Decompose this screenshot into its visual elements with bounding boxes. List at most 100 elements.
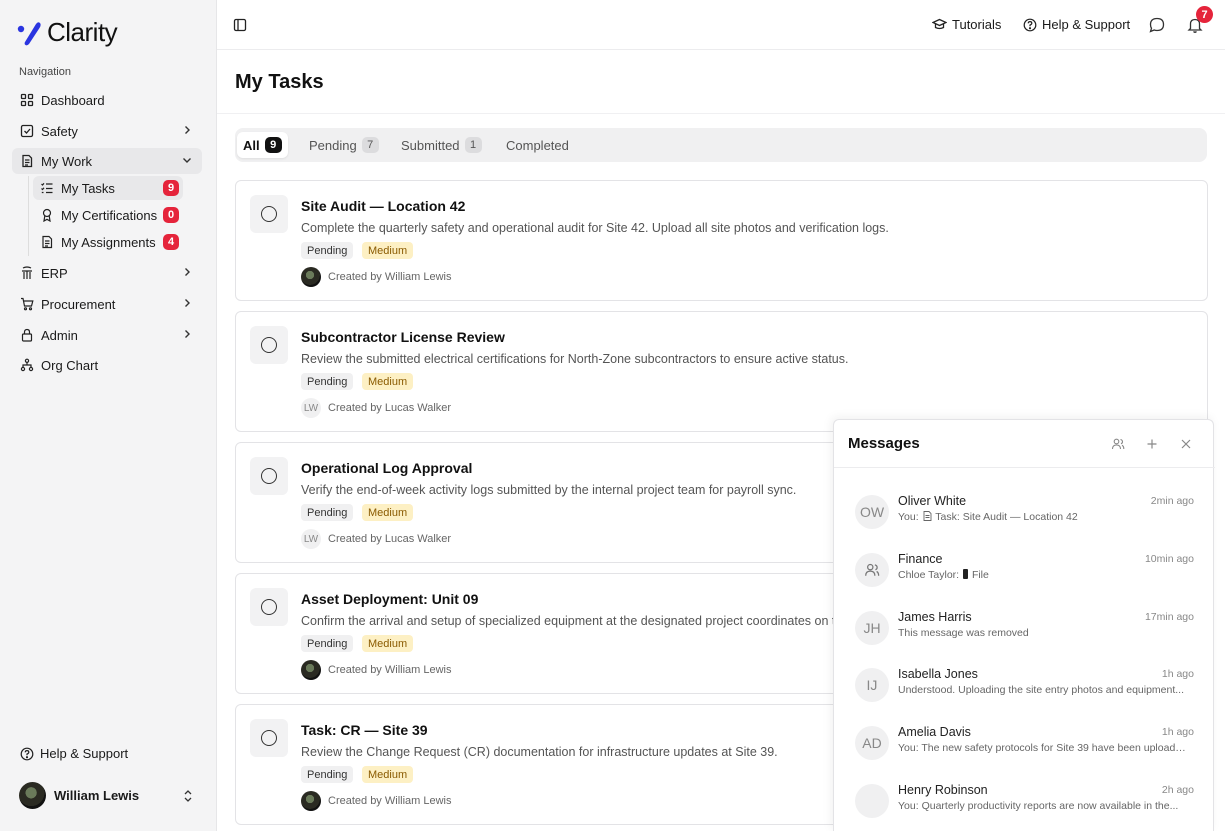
task-complete-toggle[interactable] xyxy=(250,195,288,233)
sidebar-item-safety[interactable]: Safety xyxy=(12,118,202,144)
sidebar-subitem-label: My Assignments xyxy=(61,234,156,250)
tab-submitted[interactable]: Submitted 1 xyxy=(395,132,488,158)
preview-text: File xyxy=(971,569,989,581)
status-badge: Pending xyxy=(301,504,354,521)
document-icon xyxy=(923,511,932,521)
chevron-right-icon xyxy=(185,126,190,134)
task-title: Task: CR — Site 39 xyxy=(301,722,428,738)
sidebar-item-label: Admin xyxy=(41,327,78,343)
help-support-button[interactable]: Help & Support xyxy=(1023,17,1130,32)
sidebar-subitem-my-assignments[interactable]: My Assignments 4 xyxy=(33,230,183,254)
conversation-name: Amelia Davis xyxy=(898,725,971,739)
tutorials-button[interactable]: Tutorials xyxy=(932,17,1001,32)
chat-bubble-icon[interactable] xyxy=(1148,16,1166,34)
graduation-cap-icon xyxy=(932,18,947,30)
conversation-preview: Understood. Uploading the site entry pho… xyxy=(898,684,1185,696)
task-card[interactable]: Subcontractor License Review Review the … xyxy=(235,311,1208,432)
phone-icon xyxy=(963,569,969,579)
task-complete-toggle[interactable] xyxy=(250,457,288,495)
sidebar-item-my-work[interactable]: My Work xyxy=(12,148,202,174)
count-badge: 0 xyxy=(163,207,179,223)
tutorials-label: Tutorials xyxy=(952,17,1002,32)
sidebar-subitem-my-certifications[interactable]: My Certifications 0 xyxy=(33,203,183,227)
task-complete-toggle[interactable] xyxy=(250,719,288,757)
tab-count: 9 xyxy=(264,137,282,153)
task-title: Subcontractor License Review xyxy=(301,329,505,345)
tab-pending[interactable]: Pending 7 xyxy=(303,132,385,158)
user-name: William Lewis xyxy=(54,788,140,803)
sidebar-item-label: My Work xyxy=(41,153,93,169)
preview-sender: You: xyxy=(898,511,919,523)
tab-label: Submitted xyxy=(401,137,460,153)
app-logo[interactable]: Clarity xyxy=(17,17,118,48)
conversation-time: 2h ago xyxy=(1161,784,1194,796)
sidebar-toggle-icon[interactable] xyxy=(233,18,247,32)
task-card[interactable]: Site Audit — Location 42 Complete the qu… xyxy=(235,180,1208,301)
plant-icon xyxy=(20,266,34,280)
creator-label: Created by Lucas Walker xyxy=(328,402,452,414)
user-menu[interactable]: William Lewis xyxy=(19,782,197,809)
conversation-name: Henry Robinson xyxy=(898,783,988,797)
avatar xyxy=(301,267,321,287)
close-icon[interactable] xyxy=(1179,437,1193,451)
task-complete-toggle[interactable] xyxy=(250,588,288,626)
conversation-preview: You: The new safety protocols for Site 3… xyxy=(898,742,1188,754)
sidebar-subitem-label: My Certifications xyxy=(61,207,158,223)
submenu-guide-line xyxy=(28,176,29,256)
avatar xyxy=(301,660,321,680)
sidebar-help-support[interactable]: Help & Support xyxy=(20,746,128,761)
priority-badge: Medium xyxy=(362,373,414,390)
chevron-right-icon xyxy=(185,330,190,338)
preview-sender: You: xyxy=(898,742,919,754)
avatar-initials: JH xyxy=(855,611,889,645)
task-complete-toggle[interactable] xyxy=(250,326,288,364)
task-title: Operational Log Approval xyxy=(301,460,473,476)
plus-icon[interactable] xyxy=(1145,437,1159,451)
task-creator: LW Created by Lucas Walker xyxy=(301,398,451,418)
sidebar-item-erp[interactable]: ERP xyxy=(12,260,202,286)
conversation-item[interactable]: Finance 10min ago Chloe Taylor: File xyxy=(834,544,1215,600)
tab-label: All xyxy=(243,137,260,153)
messages-title: Messages xyxy=(848,435,920,452)
sidebar-item-org-chart[interactable]: Org Chart xyxy=(12,352,202,378)
priority-badge: Medium xyxy=(362,635,414,652)
chevron-right-icon xyxy=(185,299,190,307)
task-creator: Created by William Lewis xyxy=(301,267,451,287)
sidebar-item-procurement[interactable]: Procurement xyxy=(12,291,202,317)
circle-checkbox-icon xyxy=(261,337,277,353)
creator-label: Created by William Lewis xyxy=(328,271,452,283)
conversation-name: James Harris xyxy=(898,610,972,624)
conversation-preview: You: Quarterly productivity reports are … xyxy=(898,800,1188,812)
circle-checkbox-icon xyxy=(261,206,277,222)
preview-text: Task: Site Audit — Location 42 xyxy=(935,511,1078,523)
sidebar-subitem-label: My Tasks xyxy=(61,180,115,196)
priority-badge: Medium xyxy=(362,504,414,521)
sidebar-item-admin[interactable]: Admin xyxy=(12,322,202,348)
document-icon xyxy=(20,154,34,168)
conversation-item[interactable]: JH James Harris 17min ago This message w… xyxy=(834,602,1215,658)
help-circle-icon xyxy=(20,747,34,760)
conversation-preview: You: Task: Site Audit — Location 42 xyxy=(898,511,1188,523)
group-users-icon[interactable] xyxy=(1111,437,1125,451)
conversation-item[interactable]: AD Amelia Davis 1h ago You: The new safe… xyxy=(834,717,1215,773)
tab-completed[interactable]: Completed xyxy=(500,132,575,158)
conversation-preview: This message was removed xyxy=(898,627,1029,639)
count-badge: 9 xyxy=(163,180,179,196)
sidebar-subitem-my-tasks[interactable]: My Tasks 9 xyxy=(33,176,183,200)
task-title: Site Audit — Location 42 xyxy=(301,198,466,214)
conversation-item[interactable]: OW Oliver White 2min ago You: Task: Site… xyxy=(834,486,1215,542)
circle-checkbox-icon xyxy=(261,468,277,484)
notification-count-badge: 7 xyxy=(1196,6,1213,23)
tab-all[interactable]: All 9 xyxy=(237,132,288,158)
sidebar-item-label: Procurement xyxy=(41,296,116,312)
sidebar-item-dashboard[interactable]: Dashboard xyxy=(12,87,202,113)
conversation-item[interactable]: Henry Robinson 2h ago You: Quarterly pro… xyxy=(834,775,1215,831)
task-description: Verify the end-of-week activity logs sub… xyxy=(301,483,797,497)
app-name: Clarity xyxy=(47,17,118,47)
task-creator: Created by William Lewis xyxy=(301,660,451,680)
preview-text: The new safety protocols for Site 39 hav… xyxy=(921,742,1188,754)
sidebar-item-label: Dashboard xyxy=(41,92,105,108)
conversation-name: Finance xyxy=(898,552,943,566)
avatar-initials: LW xyxy=(301,529,321,549)
conversation-item[interactable]: IJ Isabella Jones 1h ago Understood. Upl… xyxy=(834,659,1215,715)
